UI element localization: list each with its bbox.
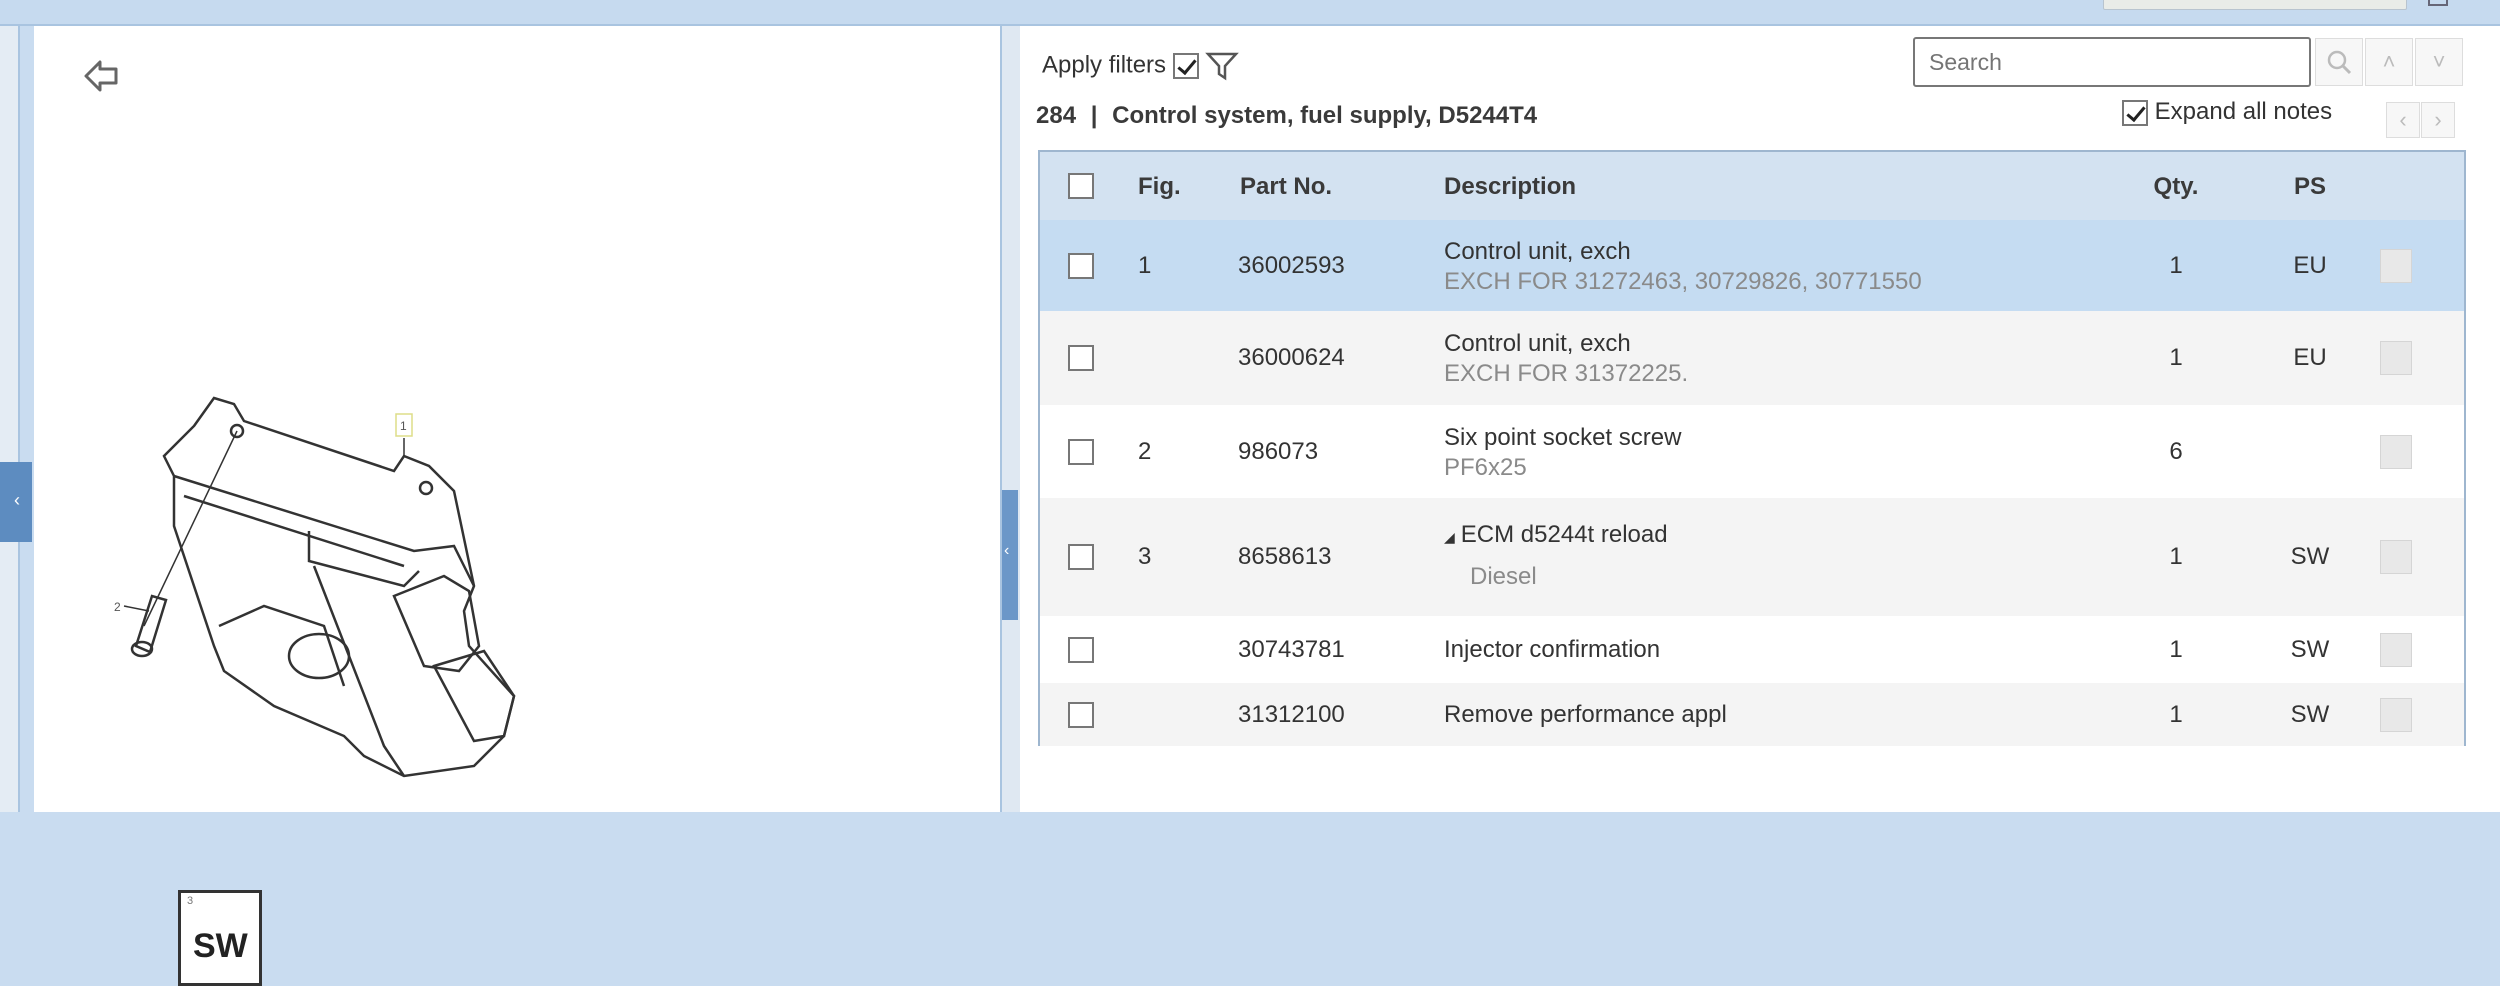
description-cell[interactable]: Remove performance appl: [1444, 701, 1727, 729]
top-button[interactable]: [2103, 0, 2407, 10]
section-title: 284 | Control system, fuel supply, D5244…: [1036, 102, 1537, 130]
search-prev-button[interactable]: ˄: [2365, 38, 2413, 86]
qty-cell: 1: [2169, 700, 2183, 728]
description-cell[interactable]: Control unit, exch EXCH FOR 31272463, 307…: [1444, 238, 1922, 296]
section-number: 284: [1036, 102, 1077, 129]
expand-all-notes: Expand all notes: [2122, 98, 2332, 126]
note-icon[interactable]: [2380, 341, 2412, 375]
back-arrow-icon[interactable]: [82, 56, 122, 96]
header-description[interactable]: Description: [1444, 173, 1576, 201]
expand-triangle-icon[interactable]: ◢: [1444, 529, 1455, 545]
description-cell[interactable]: Six point socket screw PF6x25: [1444, 424, 1681, 482]
parts-list-pane: Apply filters ˄ ˅ 284 | Control system, …: [1020, 26, 2500, 812]
row-checkbox[interactable]: [1068, 636, 1094, 663]
part-no-cell[interactable]: 30743781: [1238, 636, 1345, 664]
search-input[interactable]: [1913, 37, 2311, 87]
collapse-splitter-tab[interactable]: ‹: [1002, 490, 1018, 620]
table-row[interactable]: 31312100 Remove performance appl 1 SW: [1040, 683, 2464, 746]
header-ps[interactable]: PS: [2280, 173, 2340, 201]
part-no-cell[interactable]: 8658613: [1238, 543, 1331, 571]
sw-badge-label: SW: [193, 927, 248, 965]
ecu-exploded-drawing[interactable]: 1 2: [74, 326, 634, 886]
ps-cell: SW: [2290, 700, 2330, 728]
ps-cell: EU: [2293, 344, 2327, 371]
description-note: EXCH FOR 31272463, 30729826, 30771550: [1444, 267, 1922, 295]
part-no-cell[interactable]: 36000624: [1238, 344, 1345, 372]
ps-cell: EU: [2293, 251, 2327, 279]
part-no-cell[interactable]: 986073: [1238, 438, 1318, 466]
header-fig[interactable]: Fig.: [1138, 173, 1181, 201]
description-text: ECM d5244t reload: [1460, 521, 1668, 548]
description-cell[interactable]: Injector confirmation: [1444, 636, 1660, 664]
header-part-no[interactable]: Part No.: [1240, 173, 1332, 201]
illustration-pane: 1 2 3 SW: [34, 26, 1002, 986]
select-all-checkbox[interactable]: [1068, 173, 1094, 199]
note-icon[interactable]: [2380, 632, 2412, 667]
pane-splitter[interactable]: [1002, 26, 1020, 812]
note-icon[interactable]: [2380, 697, 2412, 732]
parts-table: Fig. Part No. Description Qty. PS 1 3600…: [1038, 150, 2466, 746]
fig-cell: 1: [1138, 251, 1152, 279]
top-bar: [0, 0, 2500, 26]
qty-cell: 1: [2169, 344, 2183, 371]
description-text: Control unit, exch: [1444, 330, 1631, 357]
description-note: EXCH FOR 31372225.: [1444, 360, 1689, 387]
apply-filters-checkbox[interactable]: [1172, 53, 1199, 79]
search-next-button[interactable]: ˅: [2415, 38, 2463, 86]
chevron-left-icon: ‹: [1004, 542, 1010, 559]
callout-1[interactable]: 1: [400, 419, 407, 433]
qty-cell: 6: [2169, 437, 2183, 465]
table-row[interactable]: 1 36002593 Control unit, exch EXCH FOR 31…: [1040, 220, 2464, 311]
description-cell[interactable]: Control unit, exch EXCH FOR 31372225.: [1444, 330, 1688, 388]
sw-badge[interactable]: 3 SW: [178, 890, 262, 986]
collapse-left-tab[interactable]: ‹: [0, 462, 32, 542]
note-icon[interactable]: [2380, 540, 2412, 574]
qty-cell: 1: [2169, 543, 2183, 570]
separator: |: [1090, 102, 1098, 129]
ps-cell: SW: [2290, 635, 2330, 663]
part-no-cell[interactable]: 31312100: [1238, 701, 1345, 729]
search-button[interactable]: [2315, 38, 2363, 86]
row-checkbox[interactable]: [1068, 438, 1094, 465]
qty-cell: 1: [2169, 251, 2183, 279]
sw-badge-index: 3: [187, 895, 194, 907]
expand-all-notes-checkbox[interactable]: [2122, 99, 2148, 126]
chevron-left-icon: ‹: [14, 490, 20, 510]
fig-cell: 2: [1138, 437, 1152, 465]
table-row[interactable]: 3 8658613 ◢ ECM d5244t reload Diesel 1 SW: [1040, 498, 2464, 616]
note-icon[interactable]: [2380, 248, 2412, 283]
row-checkbox[interactable]: [1068, 544, 1094, 570]
description-note: Diesel: [1470, 563, 1537, 590]
search-icon: [2327, 50, 2352, 75]
description-text: Control unit, exch: [1444, 237, 1631, 265]
row-checkbox[interactable]: [1068, 701, 1094, 728]
filter-icon[interactable]: [1205, 50, 1240, 82]
part-no-cell[interactable]: 36002593: [1238, 252, 1345, 280]
section-name: Control system, fuel supply, D5244T4: [1112, 102, 1538, 129]
table-header: Fig. Part No. Description Qty. PS: [1040, 152, 2464, 220]
description-note: PF6x25: [1444, 453, 1527, 481]
prev-page-button[interactable]: ‹: [2386, 102, 2420, 138]
ps-cell: SW: [2290, 543, 2330, 570]
note-icon[interactable]: [2380, 434, 2412, 469]
apply-filters: Apply filters: [1042, 50, 1240, 82]
expand-all-notes-label: Expand all notes: [2154, 98, 2333, 125]
window-control[interactable]: [2428, 0, 2448, 6]
description-text: Six point socket screw: [1444, 423, 1682, 451]
fig-cell: 3: [1138, 543, 1152, 570]
table-row[interactable]: 2 986073 Six point socket screw PF6x25 6: [1040, 405, 2464, 498]
apply-filters-label: Apply filters: [1042, 51, 1167, 79]
header-qty[interactable]: Qty.: [2136, 173, 2216, 201]
left-strip: [0, 26, 20, 812]
qty-cell: 1: [2169, 635, 2183, 663]
next-page-button[interactable]: ›: [2421, 102, 2455, 138]
row-checkbox[interactable]: [1068, 345, 1094, 371]
row-checkbox[interactable]: [1068, 252, 1094, 279]
table-row[interactable]: 36000624 Control unit, exch EXCH FOR 3137…: [1040, 311, 2464, 405]
table-row[interactable]: 30743781 Injector confirmation 1 SW: [1040, 616, 2464, 683]
callout-2[interactable]: 2: [114, 600, 121, 614]
description-cell[interactable]: ◢ ECM d5244t reload Diesel: [1444, 521, 1668, 591]
